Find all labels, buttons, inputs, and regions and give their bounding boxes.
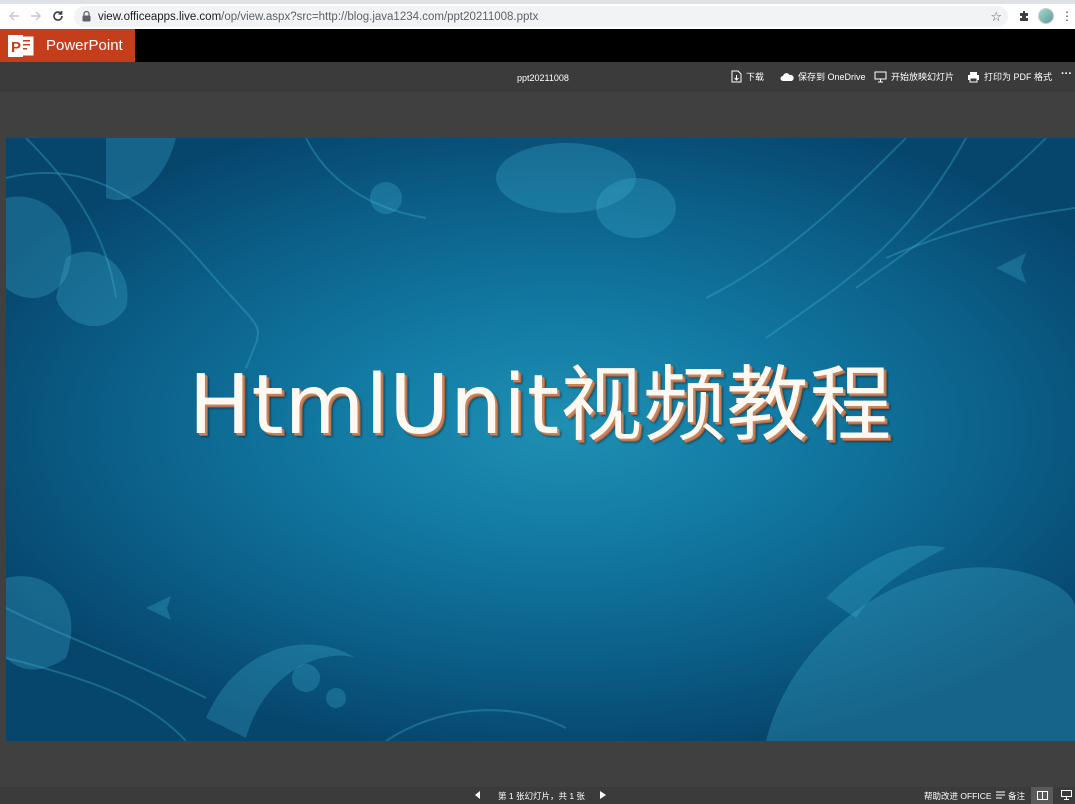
slide-counter: 第 1 张幻灯片，共 1 张 <box>498 791 585 801</box>
app-name: PowerPoint <box>46 37 123 54</box>
start-slideshow-button[interactable]: 开始放映幻灯片 <box>874 70 954 83</box>
help-improve-office-link[interactable]: 帮助改进 OFFICE <box>924 790 992 802</box>
svg-text:P: P <box>11 39 21 56</box>
next-slide-button[interactable] <box>600 791 606 799</box>
notes-icon <box>996 791 1005 802</box>
more-options-button[interactable]: ··· <box>1061 68 1072 80</box>
slide-viewer: HtmlUnit视频教程 <box>0 92 1075 787</box>
print-pdf-button[interactable]: 打印为 PDF 格式 <box>967 70 1052 83</box>
download-button[interactable]: 下载 <box>731 70 764 83</box>
slideshow-view-icon[interactable] <box>1061 790 1072 800</box>
office-app-bar: P PowerPoint <box>0 29 1075 62</box>
download-icon <box>731 70 742 83</box>
slide-title: HtmlUnit视频教程 <box>188 358 893 453</box>
command-bar: ppt20211008 下载 保存到 OneDrive 开始放映幻灯片 打印为 … <box>0 62 1075 92</box>
back-icon[interactable] <box>3 5 25 27</box>
notes-button[interactable]: 备注 <box>996 790 1025 802</box>
slideshow-icon <box>874 71 887 83</box>
browser-toolbar: view.officeapps.live.com/op/view.aspx?sr… <box>0 4 1075 29</box>
reading-view-icon[interactable] <box>1031 787 1053 804</box>
save-to-onedrive-button[interactable]: 保存到 OneDrive <box>780 70 866 83</box>
extensions-icon[interactable] <box>1018 8 1032 24</box>
lock-icon[interactable] <box>82 11 94 22</box>
address-bar[interactable]: view.officeapps.live.com/op/view.aspx?sr… <box>74 6 1008 27</box>
powerpoint-brand[interactable]: P PowerPoint <box>0 29 135 62</box>
bookmark-star-icon[interactable]: ☆ <box>990 9 1002 25</box>
powerpoint-logo-icon: P <box>8 34 34 57</box>
profile-avatar[interactable] <box>1038 8 1054 24</box>
slide-1[interactable]: HtmlUnit视频教程 <box>6 138 1075 741</box>
url-path: /op/view.aspx?src=http://blog.java1234.c… <box>221 10 539 23</box>
previous-slide-button[interactable] <box>475 791 481 799</box>
browser-menu-icon[interactable]: ⋮ <box>1061 8 1073 24</box>
forward-icon[interactable] <box>25 5 47 27</box>
status-bar: 第 1 张幻灯片，共 1 张 帮助改进 OFFICE 备注 <box>0 787 1075 804</box>
url-domain: view.officeapps.live.com <box>98 10 222 23</box>
onedrive-cloud-icon <box>780 72 794 82</box>
printer-icon <box>967 71 980 83</box>
reload-icon[interactable] <box>47 5 69 27</box>
document-title: ppt20211008 <box>517 73 569 83</box>
